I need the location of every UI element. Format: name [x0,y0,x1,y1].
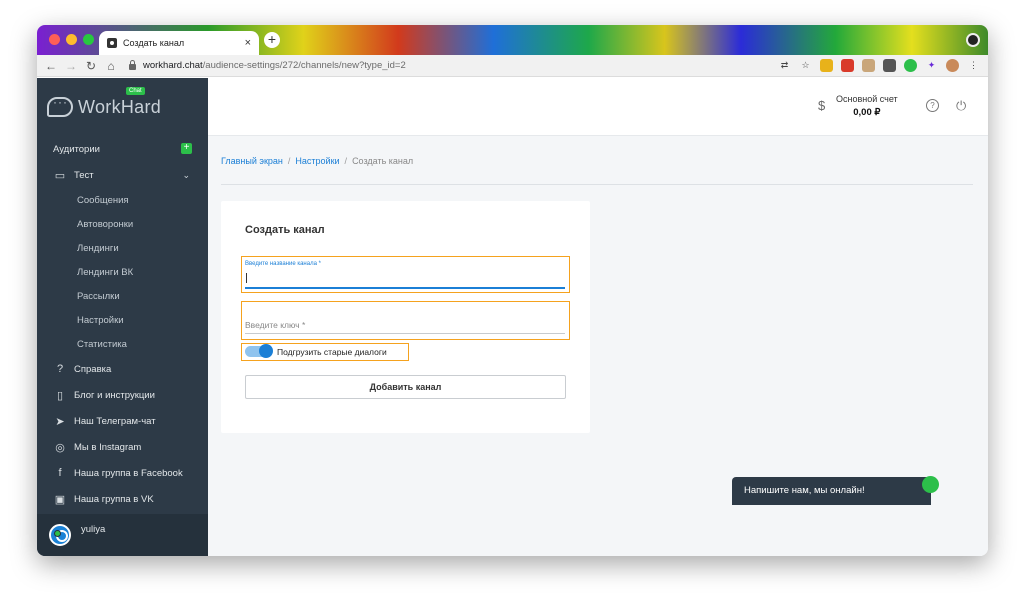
user-bar[interactable]: yuliya [37,514,208,556]
sidebar-item-audiences[interactable]: Аудитории + [37,136,208,162]
card-icon: ▭ [54,169,66,182]
telegram-icon: ➤ [55,415,65,428]
sidebar-item-help[interactable]: ? Справка [37,356,208,382]
sidebar-item-label: Наш Телеграм-чат [74,415,156,427]
tab-favicon-icon [107,38,117,48]
add-audience-button[interactable]: + [181,143,192,154]
load-old-dialogs-toggle[interactable] [245,344,273,358]
home-icon[interactable]: ⌂ [101,59,121,73]
brand-name: WorkHard [78,96,162,117]
logo[interactable]: WorkHard Chat [37,78,208,136]
sidebar-item-mailings[interactable]: Рассылки [37,284,208,308]
extensions-area: ⇄ ☆ ✦ ⋮ [778,59,980,72]
top-bar: $ Основной счет 0,00 ₽ ? ⏻ [208,78,988,136]
sidebar-item-label: Наша группа в Facebook [74,467,183,479]
reload-icon[interactable]: ↻ [81,59,101,73]
sidebar-item-messages[interactable]: Сообщения [37,188,208,212]
lock-icon [129,59,136,70]
brand-badge: Chat [126,87,145,95]
create-channel-card: Создать канал Введите название канала * … [221,201,590,433]
sidebar-item-telegram[interactable]: ➤ Наш Телеграм-чат [37,408,208,434]
puzzle-icon[interactable]: ✦ [925,59,938,72]
sidebar-item-label: Блог и инструкции [74,389,155,401]
instagram-icon: ◎ [55,441,65,454]
toggle-knob [259,344,273,358]
back-icon[interactable]: ← [41,59,61,73]
sidebar: WorkHard Chat Аудитории + ▭ Тест ⌄ Сообщ… [37,78,208,556]
key-input[interactable] [245,333,565,334]
divider [221,184,973,185]
help-circle-icon: ? [56,363,64,375]
key-input-placeholder: Введите ключ * [245,320,306,330]
extension-icon[interactable] [841,59,854,72]
extension-icon[interactable] [883,59,896,72]
account-label: Основной счет [836,94,898,104]
tab-close-icon[interactable]: × [245,37,251,49]
more-menu-icon[interactable]: ⋮ [967,59,980,72]
close-window-button[interactable] [49,34,60,45]
online-status-icon [54,530,61,537]
chat-widget-text: Напишите нам, мы онлайн! [744,485,865,496]
help-icon[interactable]: ? [926,99,939,112]
extension-icon[interactable] [862,59,875,72]
extension-icon[interactable] [904,59,917,72]
translate-icon[interactable]: ⇄ [778,59,791,72]
url-path: /audience-settings/272/channels/new?type… [202,60,406,71]
extension-icon[interactable] [820,59,833,72]
maximize-window-button[interactable] [83,34,94,45]
breadcrumb-current: Создать канал [352,156,414,166]
tab-strip: Создать канал × + [37,25,988,55]
sidebar-item-landings-vk[interactable]: Лендинги ВК [37,260,208,284]
sidebar-group-label: Тест [74,169,94,181]
sidebar-item-label: Справка [74,363,112,375]
toggle-label: Подгрузить старые диалоги [277,347,387,357]
chat-bubble-icon [47,95,73,117]
sidebar-item-statistics[interactable]: Статистика [37,332,208,356]
url-field[interactable]: workhard.chat /audience-settings/272/cha… [129,59,406,71]
facebook-icon: f [58,467,62,479]
breadcrumb: Главный экран / Настройки / Создать канал [221,156,413,166]
sidebar-item-landings[interactable]: Лендинги [37,236,208,260]
page-title: Создать канал [245,224,325,236]
channel-name-input[interactable] [245,287,565,289]
sidebar-group-test[interactable]: ▭ Тест ⌄ [37,162,208,188]
bookmark-star-icon[interactable]: ☆ [799,59,812,72]
browser-menu-icon[interactable] [966,33,980,47]
sidebar-item-label: Наша группа в VK [74,493,154,505]
breadcrumb-home[interactable]: Главный экран [221,156,283,166]
new-tab-button[interactable]: + [264,32,280,48]
vk-icon: ▣ [54,493,66,506]
url-host: workhard.chat [143,60,203,71]
sidebar-item-instagram[interactable]: ◎ Мы в Instagram [37,434,208,460]
account-balance[interactable]: Основной счет 0,00 ₽ [836,94,898,118]
text-caret [246,273,247,283]
window-controls [49,34,94,45]
breadcrumb-separator: / [344,156,348,166]
sidebar-item-vk[interactable]: ▣ Наша группа в VK [37,486,208,512]
minimize-window-button[interactable] [66,34,77,45]
sidebar-item-facebook[interactable]: f Наша группа в Facebook [37,460,208,486]
sidebar-item-funnels[interactable]: Автоворонки [37,212,208,236]
forward-icon[interactable]: → [61,59,81,73]
account-value: 0,00 ₽ [853,107,881,118]
add-channel-button[interactable]: Добавить канал [245,375,566,399]
sidebar-item-label: Аудитории [53,143,100,155]
chevron-down-icon[interactable]: ⌄ [182,170,190,181]
power-icon[interactable]: ⏻ [956,98,966,114]
breadcrumb-separator: / [287,156,291,166]
sidebar-item-blog[interactable]: ▯ Блог и инструкции [37,382,208,408]
browser-tab[interactable]: Создать канал × [99,31,259,55]
book-icon: ▯ [56,389,64,402]
tab-title: Создать канал [123,38,185,48]
chat-widget-indicator [922,476,939,493]
channel-name-label: Введите название канала * [245,261,321,267]
address-bar: ← → ↻ ⌂ workhard.chat /audience-settings… [37,55,988,77]
breadcrumb-settings[interactable]: Настройки [295,156,339,166]
chat-widget[interactable]: Напишите нам, мы онлайн! [732,476,939,505]
username: yuliya [81,524,106,535]
sidebar-item-label: Мы в Instagram [74,441,142,453]
profile-avatar-icon[interactable] [946,59,959,72]
sidebar-item-settings[interactable]: Настройки [37,308,208,332]
dollar-icon: $ [818,98,826,113]
